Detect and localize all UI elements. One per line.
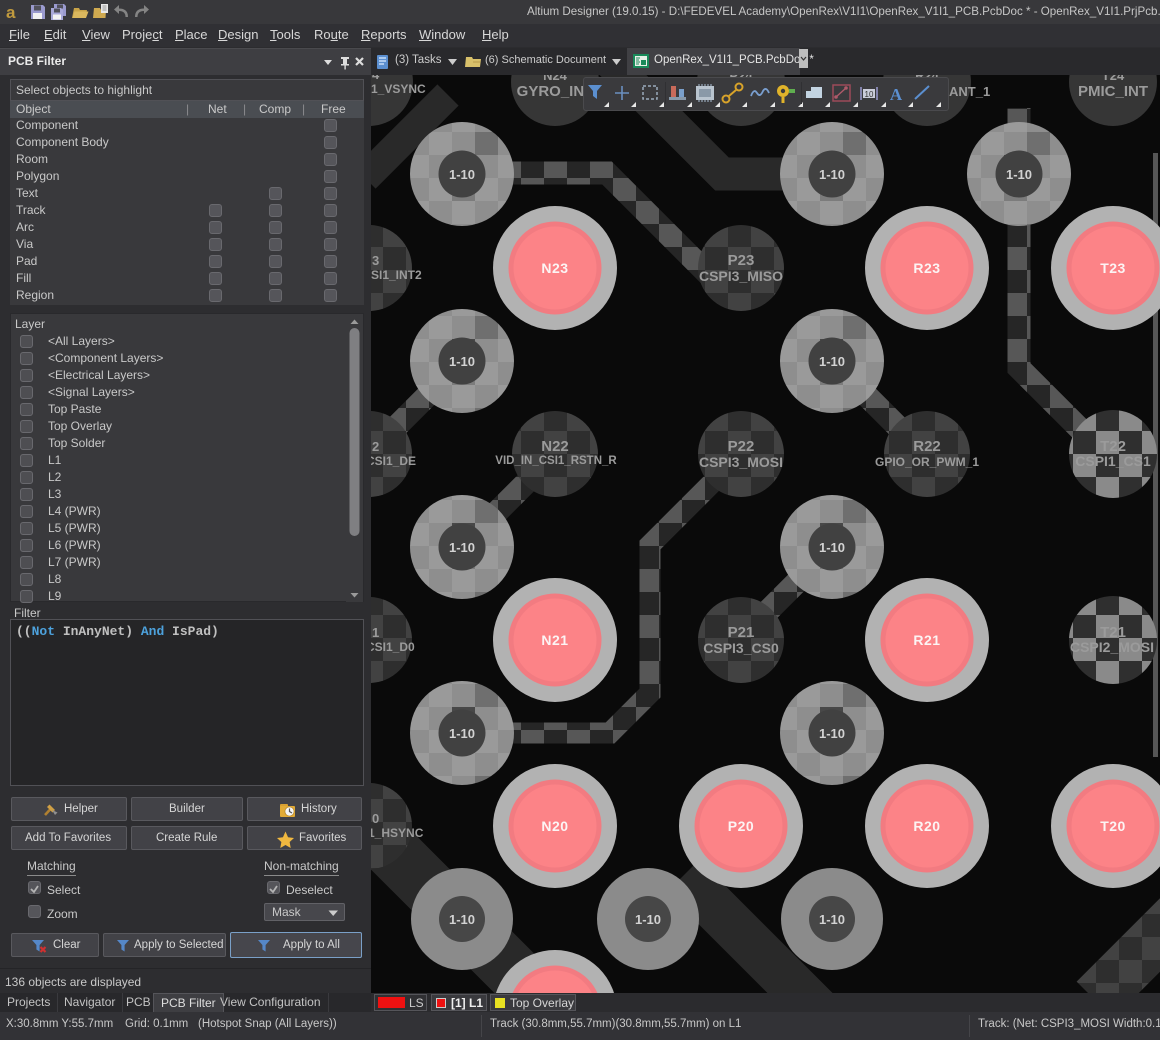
svg-text:R23: R23 <box>913 260 940 276</box>
svg-text:1-10: 1-10 <box>1006 167 1032 182</box>
svg-text:CSPI3_MOSI: CSPI3_MOSI <box>699 454 783 470</box>
svg-text:T24: T24 <box>1102 75 1125 83</box>
svg-text:1: 1 <box>372 625 379 640</box>
svg-text:N21: N21 <box>541 632 568 648</box>
svg-text:R22: R22 <box>913 438 941 455</box>
svg-text:4: 4 <box>372 75 380 82</box>
svg-text:PMIC_INT: PMIC_INT <box>1078 83 1148 100</box>
svg-text:1-10: 1-10 <box>449 912 475 927</box>
svg-text:1-10: 1-10 <box>819 726 845 741</box>
svg-text:1-10: 1-10 <box>635 912 661 927</box>
svg-text:GYRO_INT: GYRO_INT <box>517 83 594 100</box>
svg-text:A: A <box>890 85 903 104</box>
svg-text:ANT_1: ANT_1 <box>949 84 990 99</box>
svg-text:SI1_INT2: SI1_INT2 <box>371 268 422 282</box>
svg-text:1-10: 1-10 <box>449 167 475 182</box>
svg-text:N23: N23 <box>541 260 568 276</box>
svg-text:1-10: 1-10 <box>449 354 475 369</box>
svg-text:GPIO_OR_PWM_1: GPIO_OR_PWM_1 <box>875 455 979 469</box>
svg-text:1-10: 1-10 <box>449 726 475 741</box>
svg-text:CSI1_D0: CSI1_D0 <box>371 640 415 654</box>
svg-text:0: 0 <box>372 811 379 826</box>
svg-text:1-10: 1-10 <box>819 540 845 555</box>
svg-text:N24: N24 <box>543 75 568 83</box>
svg-text:T23: T23 <box>1100 260 1126 276</box>
svg-text:P20: P20 <box>728 818 754 834</box>
svg-text:3: 3 <box>372 253 379 268</box>
svg-text:1_HSYNC: 1_HSYNC <box>371 826 424 840</box>
svg-text:CSI1_DE: CSI1_DE <box>371 454 416 468</box>
svg-text:N22: N22 <box>541 438 569 455</box>
svg-text:CSPI2_MOSI: CSPI2_MOSI <box>1070 639 1154 655</box>
svg-text:CSPI1_CS1: CSPI1_CS1 <box>1075 453 1151 469</box>
svg-text:10: 10 <box>865 90 874 99</box>
svg-text:1-10: 1-10 <box>819 912 845 927</box>
svg-text:1-10: 1-10 <box>449 540 475 555</box>
svg-text:T20: T20 <box>1100 818 1126 834</box>
svg-text:P21: P21 <box>728 624 755 641</box>
svg-text:CSPI3_CS0: CSPI3_CS0 <box>703 640 779 656</box>
svg-text:CSPI3_MISO: CSPI3_MISO <box>699 268 783 284</box>
svg-text:P23: P23 <box>728 252 755 269</box>
svg-text:2: 2 <box>372 439 379 454</box>
svg-text:N20: N20 <box>541 818 568 834</box>
svg-text:1-10: 1-10 <box>819 167 845 182</box>
svg-text:1_VSYNC: 1_VSYNC <box>371 82 426 96</box>
svg-text:VID_IN_CSI1_RSTN_R: VID_IN_CSI1_RSTN_R <box>495 455 617 467</box>
svg-text:P22: P22 <box>728 438 755 455</box>
svg-text:a: a <box>6 3 16 22</box>
svg-text:R20: R20 <box>913 818 940 834</box>
svg-text:R21: R21 <box>913 632 940 648</box>
svg-text:1-10: 1-10 <box>819 354 845 369</box>
